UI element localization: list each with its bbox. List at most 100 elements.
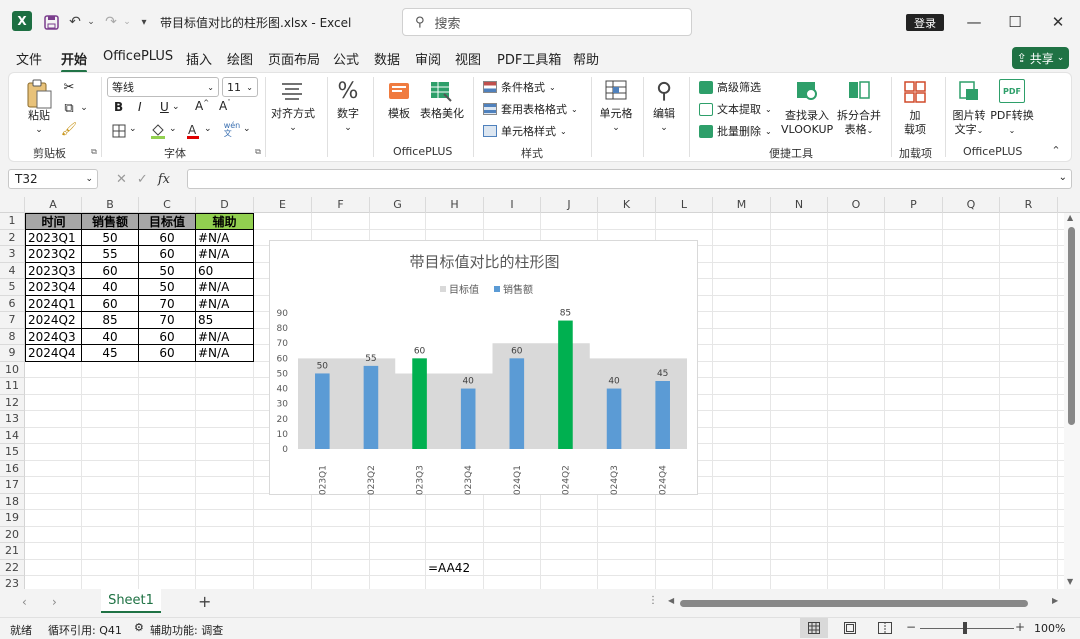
table-beautify-button[interactable]: 表格美化 [419,107,465,121]
table-cell[interactable]: #N/A [196,279,254,296]
row-header-5[interactable]: 5 [0,279,25,296]
column-header-b[interactable]: B [82,197,139,213]
tab-home[interactable]: 开始 [61,49,88,73]
table-cell[interactable]: 60 [196,262,254,279]
borders-dropdown-icon[interactable]: ⌄ [129,124,137,134]
edit-dropdown-icon[interactable]: ⌄ [658,121,670,135]
column-header-r[interactable]: R [1000,197,1058,213]
table-cell[interactable]: 70 [139,312,196,329]
table-cell[interactable]: #N/A [196,246,254,263]
format-as-table-button[interactable]: 套用表格格式 ⌄ [483,101,578,117]
collapse-ribbon-icon[interactable]: ⌃ [1049,143,1063,157]
search-edit-icon[interactable]: ⚲ [651,77,677,105]
borders-icon[interactable] [111,123,127,139]
lookup-button[interactable]: 查找录入 VLOOKUP [781,109,833,137]
fill-color-dropdown-icon[interactable]: ⌄ [169,124,177,134]
close-icon[interactable]: ✕ [1046,10,1070,34]
row-header-19[interactable]: 19 [0,510,25,527]
scroll-down-icon[interactable]: ▼ [1067,577,1073,586]
tab-help[interactable]: 帮助 [573,49,599,68]
shrink-font-button[interactable]: Aˇ [219,99,231,113]
template-button[interactable]: 模板 [385,107,413,121]
copy-icon[interactable]: ⧉ [61,100,77,116]
enter-icon[interactable]: ✓ [137,172,148,187]
row-header-15[interactable]: 15 [0,444,25,461]
alignment-button[interactable]: 对齐方式 [269,107,317,121]
advanced-filter-button[interactable]: 高级筛选 [699,79,761,95]
table-cell[interactable]: 40 [82,328,139,345]
undo-dropdown-icon[interactable]: ⌄ [86,12,96,32]
batch-delete-button[interactable]: 批量删除 ⌄ [699,123,772,139]
scroll-right-icon[interactable]: ▶ [1052,596,1058,605]
pdf-convert-button[interactable]: PDF转换 ⌄ [989,109,1035,138]
cells-icon[interactable] [603,77,629,103]
horizontal-scroll-thumb[interactable] [680,600,1028,607]
login-button[interactable]: 登录 [906,14,944,31]
name-box[interactable]: T32 ⌄ [8,169,98,189]
table-cell[interactable]: 60 [139,229,196,246]
zoom-in-icon[interactable]: + [1015,620,1025,634]
insert-function-icon[interactable]: fx [158,172,170,187]
zoom-out-icon[interactable]: − [906,620,916,634]
row-header-14[interactable]: 14 [0,427,25,444]
tab-draw[interactable]: 绘图 [227,49,253,68]
row-header-12[interactable]: 12 [0,394,25,411]
row-header-21[interactable]: 21 [0,543,25,560]
page-break-view-icon[interactable] [878,622,892,637]
column-header-e[interactable]: E [254,197,312,213]
prev-sheet-icon[interactable]: ‹ [22,595,27,609]
table-cell[interactable]: 2024Q4 [25,345,82,362]
pdf-convert-icon[interactable]: PDF [999,79,1025,103]
redo-dropdown-icon[interactable]: ⌄ [122,12,132,32]
row-header-16[interactable]: 16 [0,460,25,477]
zoom-slider-track[interactable] [920,628,1014,629]
cancel-icon[interactable]: ✕ [116,172,127,187]
column-header-o[interactable]: O [828,197,885,213]
bold-button[interactable]: B [114,100,123,114]
next-sheet-icon[interactable]: › [52,595,57,609]
share-button[interactable]: ⇪ 共享 ⌄ [1012,47,1069,69]
table-cell[interactable]: 45 [82,345,139,362]
underline-dropdown-icon[interactable]: ⌄ [172,102,180,112]
table-beautify-icon[interactable] [429,79,453,103]
column-header-g[interactable]: G [370,197,426,213]
row-header-1[interactable]: 1 [0,213,25,230]
table-cell[interactable]: 2023Q1 [25,229,82,246]
table-cell[interactable]: 85 [82,312,139,329]
table-cell[interactable]: 50 [82,229,139,246]
table-header-cell[interactable]: 时间 [25,213,82,230]
scroll-left-icon[interactable]: ◀ [668,596,674,605]
table-cell[interactable]: 60 [139,328,196,345]
conditional-format-button[interactable]: 条件格式 ⌄ [483,79,556,95]
table-cell[interactable]: 50 [139,262,196,279]
font-launcher-icon[interactable]: ⧉ [253,147,263,157]
zoom-level[interactable]: 100% [1034,622,1065,635]
alignment-dropdown-icon[interactable]: ⌄ [287,121,299,135]
underline-button[interactable]: U [160,100,169,114]
page-layout-view-icon[interactable] [844,622,856,637]
number-format-button[interactable]: 数字 [335,107,361,121]
select-all-corner[interactable] [0,197,25,213]
vertical-scroll-thumb[interactable] [1068,227,1075,425]
column-header-i[interactable]: I [484,197,541,213]
status-accessibility[interactable]: 辅助功能: 调查 [150,622,223,638]
image-to-text-button[interactable]: 图片转 文字⌄ [949,109,989,138]
row-header-23[interactable]: 23 [0,576,25,589]
row-header-8[interactable]: 8 [0,328,25,345]
table-cell[interactable]: #N/A [196,328,254,345]
table-cell[interactable]: #N/A [196,295,254,312]
column-header-m[interactable]: M [713,197,771,213]
format-painter-icon[interactable]: 🖌 [61,121,78,137]
save-icon[interactable] [42,12,60,32]
chart[interactable]: 带目标值对比的柱形图 目标值 销售额 0 10 20 30 40 50 60 70 80 90 50 202… [269,240,698,501]
number-dropdown-icon[interactable]: ⌄ [342,121,354,135]
cells-button[interactable]: 单元格 [597,107,635,121]
tab-review[interactable]: 审阅 [415,49,441,68]
maximize-icon[interactable]: ☐ [1003,10,1027,34]
undo-icon[interactable]: ↶ [66,12,84,32]
font-size-select[interactable]: 11 ⌄ [222,77,258,97]
table-cell[interactable]: 2024Q1 [25,295,82,312]
split-merge-button[interactable]: 拆分合并 表格⌄ [835,109,883,138]
vertical-scrollbar[interactable]: ▲ ▼ [1064,213,1080,589]
row-header-10[interactable]: 10 [0,361,25,378]
